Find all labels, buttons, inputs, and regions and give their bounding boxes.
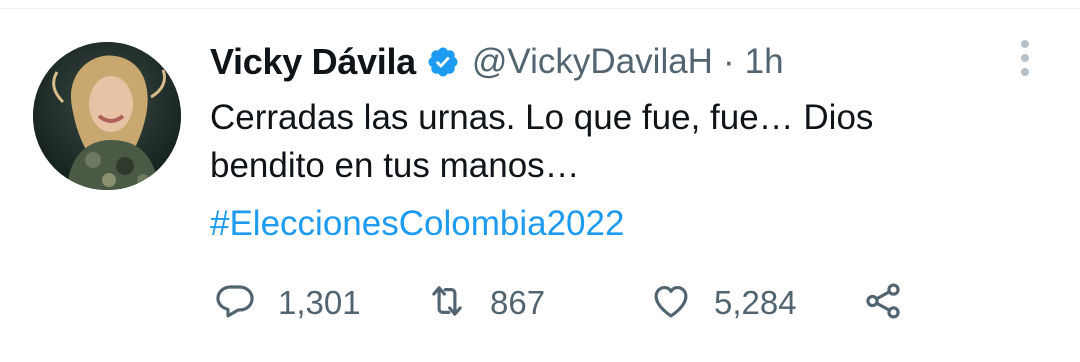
reply-count: 1,301 — [278, 284, 361, 321]
header-separator: · — [722, 42, 735, 81]
like-button[interactable]: 5,284 — [650, 278, 797, 328]
more-vertical-icon[interactable] — [1012, 40, 1038, 76]
reply-button[interactable]: 1,301 — [214, 278, 361, 328]
share-button[interactable] — [862, 278, 904, 328]
author-display-name[interactable]: Vicky Dávila — [210, 41, 416, 83]
reply-icon — [214, 280, 256, 327]
author-handle[interactable]: @VickyDavilaH — [472, 42, 713, 82]
tweet-timestamp[interactable]: 1h — [745, 42, 784, 82]
tweet-text-line: bendito en tus manos… — [210, 146, 580, 185]
verified-badge-icon — [426, 45, 460, 79]
avatar[interactable] — [33, 42, 181, 190]
tweet-text-line: Cerradas las urnas. Lo que fue, fue… Dio… — [210, 98, 874, 137]
hashtag-link[interactable]: #EleccionesColombia2022 — [210, 200, 624, 248]
tweet-text: Cerradas las urnas. Lo que fue, fue… Dio… — [210, 94, 1030, 190]
retweet-button[interactable]: 867 — [426, 278, 545, 328]
like-count: 5,284 — [714, 284, 797, 321]
tweet-header: Vicky Dávila @VickyDavilaH · 1h — [210, 38, 784, 86]
tweet[interactable]: Vicky Dávila @VickyDavilaH · 1h Cerradas… — [0, 0, 1080, 362]
heart-icon — [650, 280, 692, 327]
retweet-count: 867 — [490, 284, 546, 321]
tweet-actions: 1,301 867 5,284 — [0, 278, 1080, 328]
share-icon — [862, 280, 904, 327]
retweet-icon — [426, 280, 468, 327]
